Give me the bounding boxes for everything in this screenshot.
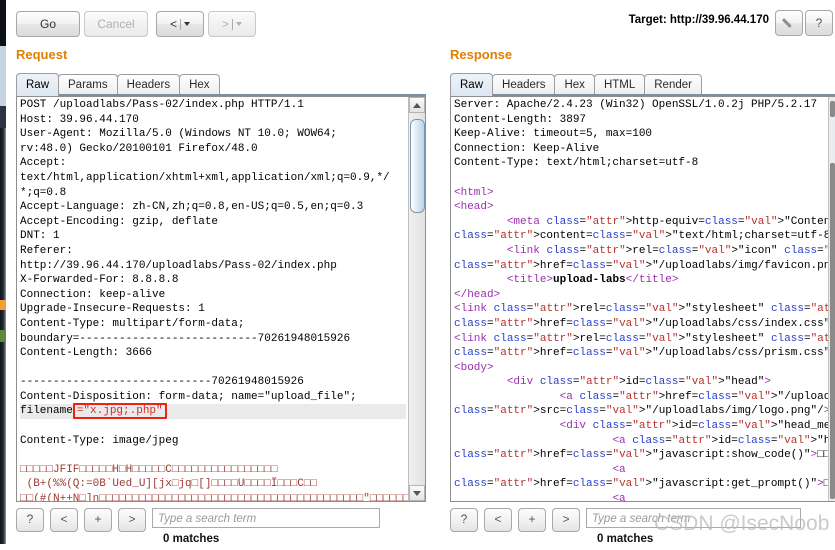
scroll-up-arrow[interactable] [409,97,425,113]
edge-segment [0,46,6,106]
response-search-input[interactable]: Type a search term [586,508,801,528]
request-search-input[interactable]: Type a search term [152,508,380,528]
filename-highlight: ="x.jpg;.php" [72,403,167,420]
tab-response-headers[interactable]: Headers [492,74,556,96]
tab-response-html[interactable]: HTML [593,74,646,96]
edit-target-button[interactable] [775,10,803,36]
request-search-bar: ? < + > Type a search term 0 matches [16,508,424,545]
response-search-help-button[interactable]: ? [450,508,478,532]
request-binary-text: □□□□□JFIF□□□□□H□H□□□□□C□□□□□□□□□□□□□□□□ … [20,463,417,502]
response-panel-title: Response [450,47,513,62]
response-match-count: 0 matches [597,533,654,545]
edge-segment [0,106,6,128]
help-button[interactable]: ? [805,10,833,36]
request-panel-title: Request [16,47,68,62]
tab-response-hex[interactable]: Hex [554,74,595,96]
request-search-help-button[interactable]: ? [16,508,44,532]
chevron-down-icon[interactable] [236,22,242,26]
tab-response-render[interactable]: Render [644,74,702,96]
request-tabbar: Raw Params Headers Hex [16,73,220,96]
tab-request-hex[interactable]: Hex [179,74,220,96]
go-button[interactable]: Go [16,11,80,37]
forward-history-button[interactable]: > [208,11,256,37]
response-tabbar: Raw Headers Hex HTML Render [450,73,702,96]
request-filename-row: filename ="x.jpg;.php" [20,403,406,420]
response-body-text: <html> <head> <meta class="attr">http-eq… [454,186,835,502]
response-search-next-button[interactable]: > [552,508,580,532]
forward-arrow-label: > [221,17,229,31]
request-match-count: 0 matches [163,533,220,545]
request-search-add-button[interactable]: + [84,508,112,532]
request-search-prev-button[interactable]: < [50,508,78,532]
scroll-thumb[interactable] [830,101,835,117]
edge-segment [0,330,6,342]
tab-request-raw[interactable]: Raw [16,73,60,96]
tab-response-raw[interactable]: Raw [450,73,494,96]
request-headers-text: POST /uploadlabs/Pass-02/index.php HTTP/… [20,99,390,403]
response-vertical-scrollbar[interactable] [828,97,835,501]
repeater-toolbar: Go Cancel < > Target: http://39.96.44.17… [6,0,835,46]
response-search-prev-button[interactable]: < [484,508,512,532]
request-raw-text: POST /uploadlabs/Pass-02/index.php HTTP/… [20,98,416,501]
caret-down-icon [413,490,421,496]
cancel-button[interactable]: Cancel [84,11,148,37]
scroll-down-arrow[interactable] [409,485,425,501]
target-label: Target: http://39.96.44.170 [628,14,769,26]
response-headers-text: Server: Apache/2.4.23 (Win32) OpenSSL/1.… [454,99,818,170]
request-search-next-button[interactable]: > [118,508,146,532]
request-content-type-text: Content-Type: image/jpeg [20,434,179,447]
scroll-thumb[interactable] [410,119,425,213]
back-split-inner: < [170,17,190,31]
forward-split-inner: > [222,17,242,31]
pencil-icon [783,17,796,30]
chevron-down-icon[interactable] [184,22,190,26]
response-editor[interactable]: Server: Apache/2.4.23 (Win32) OpenSSL/1.… [450,96,835,502]
tab-request-headers[interactable]: Headers [116,74,181,96]
edge-segment [0,0,6,46]
back-arrow-label: < [169,17,177,31]
response-search-add-button[interactable]: + [518,508,546,532]
response-raw-text: Server: Apache/2.4.23 (Win32) OpenSSL/1.… [454,98,835,501]
window-edge-strip [0,0,6,544]
tab-request-params[interactable]: Params [58,74,118,96]
repeater-window: Go Cancel < > Target: http://39.96.44.17… [6,0,835,545]
request-editor[interactable]: POST /uploadlabs/Pass-02/index.php HTTP/… [16,96,426,502]
edge-segment [0,300,6,310]
scroll-track-fill[interactable] [830,163,835,499]
back-history-button[interactable]: < [156,11,204,37]
split-divider [232,18,233,30]
filename-key: filename [20,405,73,418]
request-vertical-scrollbar[interactable] [408,97,425,501]
response-search-bar: ? < + > Type a search term 0 matches [450,508,835,545]
caret-up-icon [413,102,421,108]
split-divider [180,18,181,30]
